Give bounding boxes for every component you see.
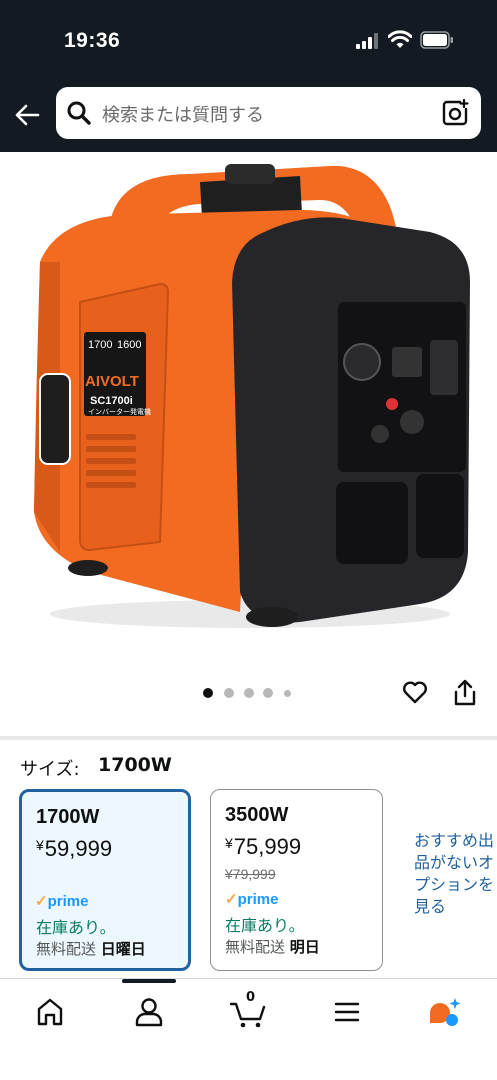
prime-check-icon: ✓ <box>35 893 48 910</box>
model-label: SC1700i <box>90 395 133 407</box>
rufus-icon[interactable] <box>426 995 466 1029</box>
option-price: ¥75,999 <box>225 834 302 859</box>
carousel-dot[interactable] <box>263 688 273 698</box>
size-label: サイズ: <box>20 759 80 780</box>
camera-search-icon[interactable] <box>441 99 469 127</box>
prime-badge: ✓prime <box>225 891 279 908</box>
cellular-signal-icon <box>356 33 378 49</box>
heart-icon[interactable] <box>401 678 429 706</box>
model-subtitle: インバーター発電機 <box>88 407 151 416</box>
share-icon[interactable] <box>452 678 478 708</box>
search-icon <box>67 101 91 125</box>
option-name: 3500W <box>225 804 289 826</box>
account-icon[interactable] <box>129 995 169 1029</box>
search-header: 検索または質問する <box>0 80 497 152</box>
prime-badge: ✓prime <box>35 893 89 910</box>
status-time: 19:36 <box>64 29 121 52</box>
carousel-dot[interactable] <box>224 688 234 698</box>
shipping-info: 無料配送 明日 <box>225 938 320 956</box>
home-icon[interactable] <box>30 995 70 1029</box>
wifi-icon <box>388 30 412 48</box>
search-placeholder: 検索または質問する <box>102 105 264 126</box>
stock-status: 在庫あり。 <box>36 918 116 937</box>
stock-status: 在庫あり。 <box>225 916 305 935</box>
brand-logo: AIVOLT <box>85 373 139 390</box>
back-arrow-icon[interactable] <box>12 100 42 130</box>
cart-count: 0 <box>246 990 256 1005</box>
size-value: 1700W <box>98 754 172 776</box>
section-divider <box>0 736 497 740</box>
generator-illustration: 1700 1600 AIVOLT SC1700i インバーター発電機 <box>34 164 470 628</box>
recommend-link[interactable]: おすすめ出 品がないオ プションを 見る <box>414 830 497 918</box>
option-price: ¥59,999 <box>36 836 113 861</box>
active-tab-indicator <box>122 979 176 983</box>
prime-check-icon: ✓ <box>225 891 238 908</box>
carousel-dot[interactable] <box>284 690 291 697</box>
carousel-dot[interactable] <box>244 688 254 698</box>
carousel-dot[interactable] <box>203 688 213 698</box>
menu-icon[interactable] <box>327 995 367 1029</box>
option-name: 1700W <box>36 806 100 828</box>
size-option-1700w[interactable]: 1700W ¥59,999 ✓prime 在庫あり。 無料配送 日曜日 <box>19 789 191 971</box>
size-option-3500w[interactable]: 3500W ¥75,999 ¥79,999 ✓prime 在庫あり。 無料配送 … <box>210 789 383 971</box>
search-input[interactable]: 検索または質問する <box>56 87 481 139</box>
option-list-price: ¥79,999 <box>225 866 276 882</box>
status-bar: 19:36 <box>0 0 497 80</box>
panel-value-1: 1700 <box>88 339 112 351</box>
shipping-info: 無料配送 日曜日 <box>36 940 146 958</box>
battery-icon <box>420 31 453 49</box>
panel-value-2: 1600 <box>117 339 141 351</box>
product-image[interactable]: 1700 1600 AIVOLT SC1700i インバーター発電機 <box>0 152 497 672</box>
